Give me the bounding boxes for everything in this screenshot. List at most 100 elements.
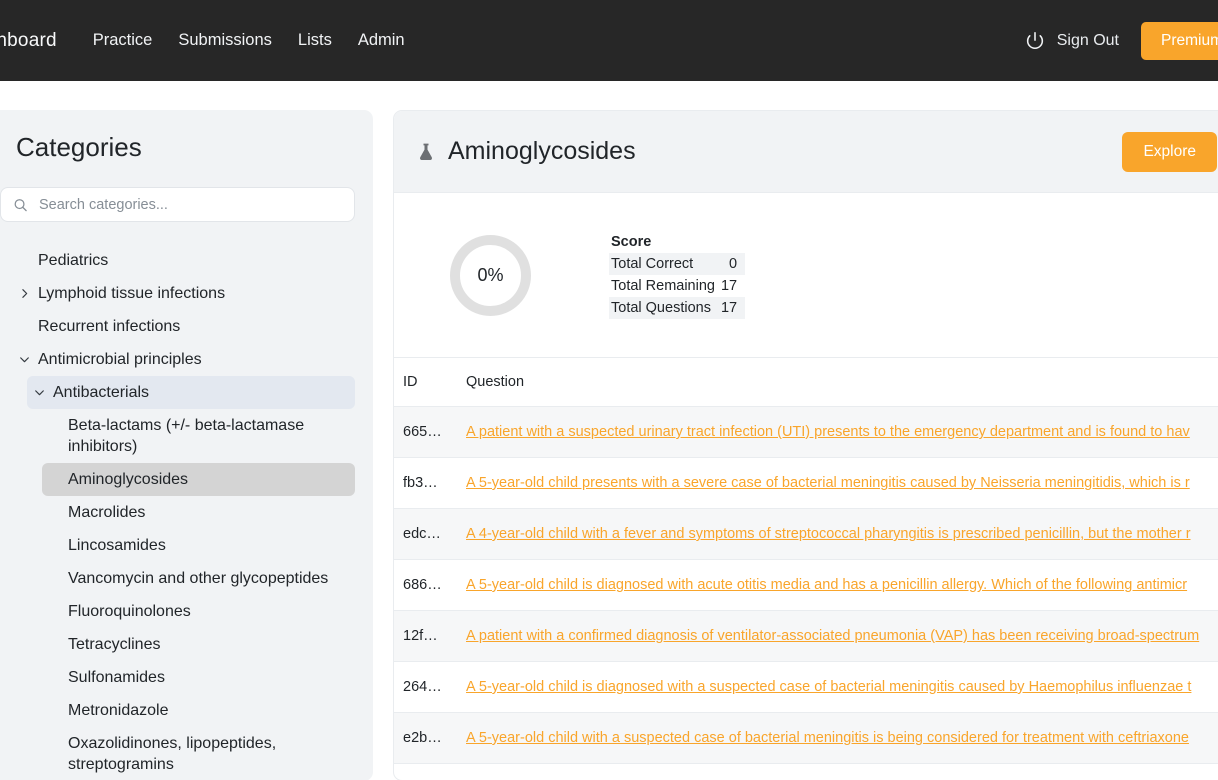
question-id-cell: 665… [394,407,466,458]
question-row[interactable]: fb3…A 5-year-old child presents with a s… [394,458,1218,509]
flask-icon [416,141,436,163]
category-item-label: Fluoroquinolones [68,601,191,622]
question-id-cell: 264… [394,662,466,713]
category-item-lymphoid-tissue-infections[interactable]: Lymphoid tissue infections [12,277,355,310]
score-panel: 0% Score Total Correct 0 Total Remaining… [394,193,1218,358]
score-percent-label: 0% [477,265,503,286]
score-progress-ring: 0% [450,235,531,316]
question-row[interactable]: 665… A patient with a suspected urinary t… [394,407,1218,458]
category-item-beta-lactams-beta-lactamase-inhibitors[interactable]: Beta-lactams (+/- beta-lactamase inhibit… [42,409,355,463]
nav-links: Practice Submissions Lists Admin [93,31,405,50]
column-header-question[interactable]: Question [466,358,1218,407]
caret-spacer [46,415,62,435]
sign-out-button[interactable]: Sign Out [1024,30,1119,52]
nav-right-group: Sign Out Premium [1024,0,1218,81]
caret-spacer [46,667,62,687]
questions-table: ID Question 665… A patient with a suspect… [394,358,1218,764]
caret-spacer [46,634,62,654]
question-row[interactable]: 686… A 5-year-old child is diagnosed with… [394,560,1218,611]
nav-link-admin[interactable]: Admin [358,31,405,50]
question-text-cell: A patient with a confirmed diagnosis of … [466,611,1218,662]
power-icon [1024,30,1046,52]
category-item-label: Lymphoid tissue infections [38,283,225,304]
search-categories-input[interactable] [0,187,355,222]
chevron-down-icon[interactable] [31,382,47,402]
question-text-cell: A 4-year-old child with a fever and symp… [466,509,1218,560]
categories-sidebar: Categories Pediatrics Lymphoid tissue inf… [0,110,373,780]
caret-spacer [46,535,62,555]
category-item-fluoroquinolones[interactable]: Fluoroquinolones [42,595,355,628]
category-item-lincosamides[interactable]: Lincosamides [42,529,355,562]
category-item-metronidazole[interactable]: Metronidazole [42,694,355,727]
category-item-label: Antibacterials [53,382,149,403]
category-item-sulfonamides[interactable]: Sulfonamides [42,661,355,694]
score-label: Total Correct [609,253,719,275]
question-row[interactable]: 264… A 5-year-old child is diagnosed with… [394,662,1218,713]
question-link[interactable]: A patient with a confirmed diagnosis of … [466,628,1199,644]
question-id: 264… [403,679,442,695]
question-row[interactable]: edc… A 4-year-old child with a fever and … [394,509,1218,560]
category-item-antimicrobial-principles[interactable]: Antimicrobial principles [12,343,355,376]
chevron-down-icon[interactable] [16,349,32,369]
category-item-aminoglycosides[interactable]: Aminoglycosides [42,463,355,496]
caret-spacer [16,250,32,270]
category-item-label: Metronidazole [68,700,169,721]
caret-spacer [46,469,62,489]
caret-spacer [46,700,62,720]
questions-table-header-row: ID Question [394,358,1218,407]
category-item-oxazolidinones-lipopeptides-streptogrami[interactable]: Oxazolidinones, lipopeptides, streptogra… [42,727,355,780]
score-row-total-questions: Total Questions 17 [609,297,745,319]
question-link[interactable]: A 5-year-old child with a suspected case… [466,730,1189,746]
question-link[interactable]: A 5-year-old child presents with a sever… [466,475,1190,491]
explore-button[interactable]: Explore [1122,132,1217,172]
question-row[interactable]: e2b…A 5-year-old child with a suspected … [394,713,1218,764]
chevron-right-icon[interactable] [16,283,32,303]
question-id: 12f… [403,628,438,644]
top-navbar: Dashboard Practice Submissions Lists Adm… [0,0,1218,81]
question-id-cell: 686… [394,560,466,611]
nav-brand-dashboard[interactable]: Dashboard [0,30,93,52]
page-title: Aminoglycosides [448,137,636,166]
question-link[interactable]: A 5-year-old child is diagnosed with acu… [466,577,1187,593]
nav-link-practice[interactable]: Practice [93,31,153,50]
question-id-cell: e2b… [394,713,466,764]
sign-out-label: Sign Out [1057,32,1119,50]
category-item-recurrent-infections[interactable]: Recurrent infections [12,310,355,343]
score-row-total-correct: Total Correct 0 [609,253,745,275]
question-id: 665… [403,424,442,440]
search-categories-wrapper [0,187,355,222]
category-item-macrolides[interactable]: Macrolides [42,496,355,529]
question-id-cell: 12f… [394,611,466,662]
category-item-pediatrics[interactable]: Pediatrics [12,244,355,277]
category-item-vancomycin-and-other-glycopeptides[interactable]: Vancomycin and other glycopeptides [42,562,355,595]
caret-spacer [16,316,32,336]
premium-button[interactable]: Premium [1141,22,1218,60]
question-link[interactable]: A 4-year-old child with a fever and symp… [466,526,1191,542]
category-item-label: Tetracyclines [68,634,160,655]
questions-table-wrapper: ID Question 665… A patient with a suspect… [394,358,1218,764]
column-header-id[interactable]: ID [394,358,466,407]
nav-link-lists[interactable]: Lists [298,31,332,50]
question-id: 686… [403,577,442,593]
category-item-antibacterials[interactable]: Antibacterials [27,376,355,409]
question-link[interactable]: A patient with a suspected urinary tract… [466,424,1190,440]
caret-spacer [46,502,62,522]
question-id: edc… [403,526,441,542]
main-header: Aminoglycosides Explore [394,111,1218,193]
score-value: 17 [719,275,745,297]
question-row[interactable]: 12f… A patient with a confirmed diagnosis… [394,611,1218,662]
category-item-label: Beta-lactams (+/- beta-lactamase inhibit… [68,415,347,457]
question-text-cell: A 5-year-old child is diagnosed with acu… [466,560,1218,611]
sidebar-title: Categories [0,132,355,163]
score-value: 17 [719,297,745,319]
question-id-cell: fb3… [394,458,466,509]
question-link[interactable]: A 5-year-old child is diagnosed with a s… [466,679,1191,695]
nav-link-submissions[interactable]: Submissions [178,31,272,50]
score-value: 0 [719,253,745,275]
category-item-tetracyclines[interactable]: Tetracyclines [42,628,355,661]
category-tree: Pediatrics Lymphoid tissue infections Recu… [0,244,355,780]
category-item-label: Antimicrobial principles [38,349,202,370]
questions-table-body: 665… A patient with a suspected urinary t… [394,407,1218,764]
page-body: Categories Pediatrics Lymphoid tissue inf… [0,81,1218,780]
caret-spacer [46,601,62,621]
